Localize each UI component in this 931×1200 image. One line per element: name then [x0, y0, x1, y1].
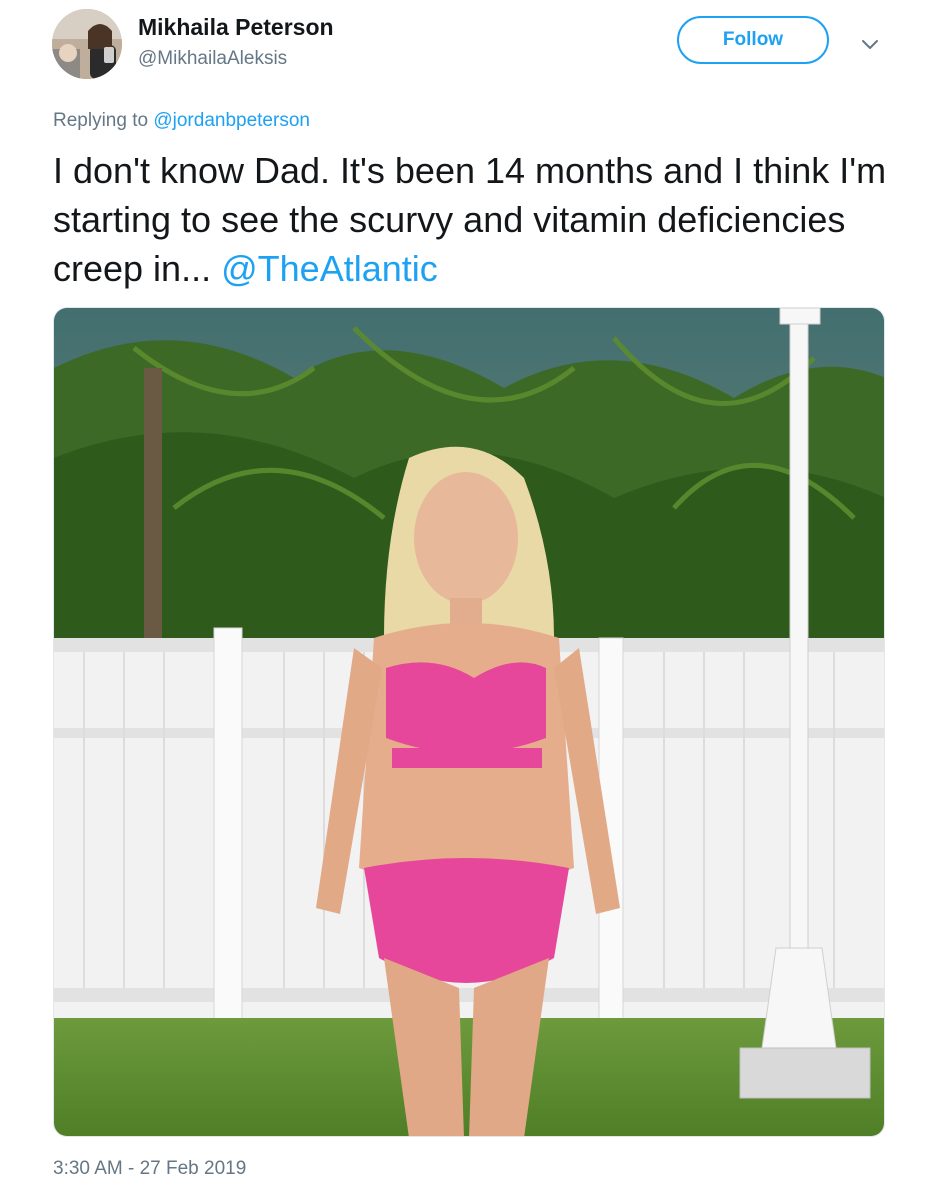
tweet-mention-link[interactable]: @TheAtlantic	[221, 248, 438, 289]
tweet-timestamp[interactable]: 3:30 AM - 27 Feb 2019	[53, 1158, 246, 1180]
author-handle[interactable]: @MikhailaAleksis	[138, 48, 287, 70]
author-display-name[interactable]: Mikhaila Peterson	[138, 14, 334, 41]
tweet-text: I don't know Dad. It's been 14 months an…	[53, 146, 893, 293]
chevron-down-icon[interactable]	[858, 32, 882, 56]
tweet-body: I don't know Dad. It's been 14 months an…	[53, 150, 887, 289]
avatar[interactable]	[52, 9, 122, 79]
tweet-photo[interactable]	[53, 307, 885, 1137]
follow-button[interactable]: Follow	[677, 16, 829, 64]
reply-mention-link[interactable]: @jordanbpeterson	[153, 110, 310, 131]
reply-context: Replying to @jordanbpeterson	[53, 110, 310, 132]
reply-context-prefix: Replying to	[53, 110, 149, 131]
avatar-photo	[52, 9, 122, 79]
photo-illustration	[54, 308, 884, 1136]
